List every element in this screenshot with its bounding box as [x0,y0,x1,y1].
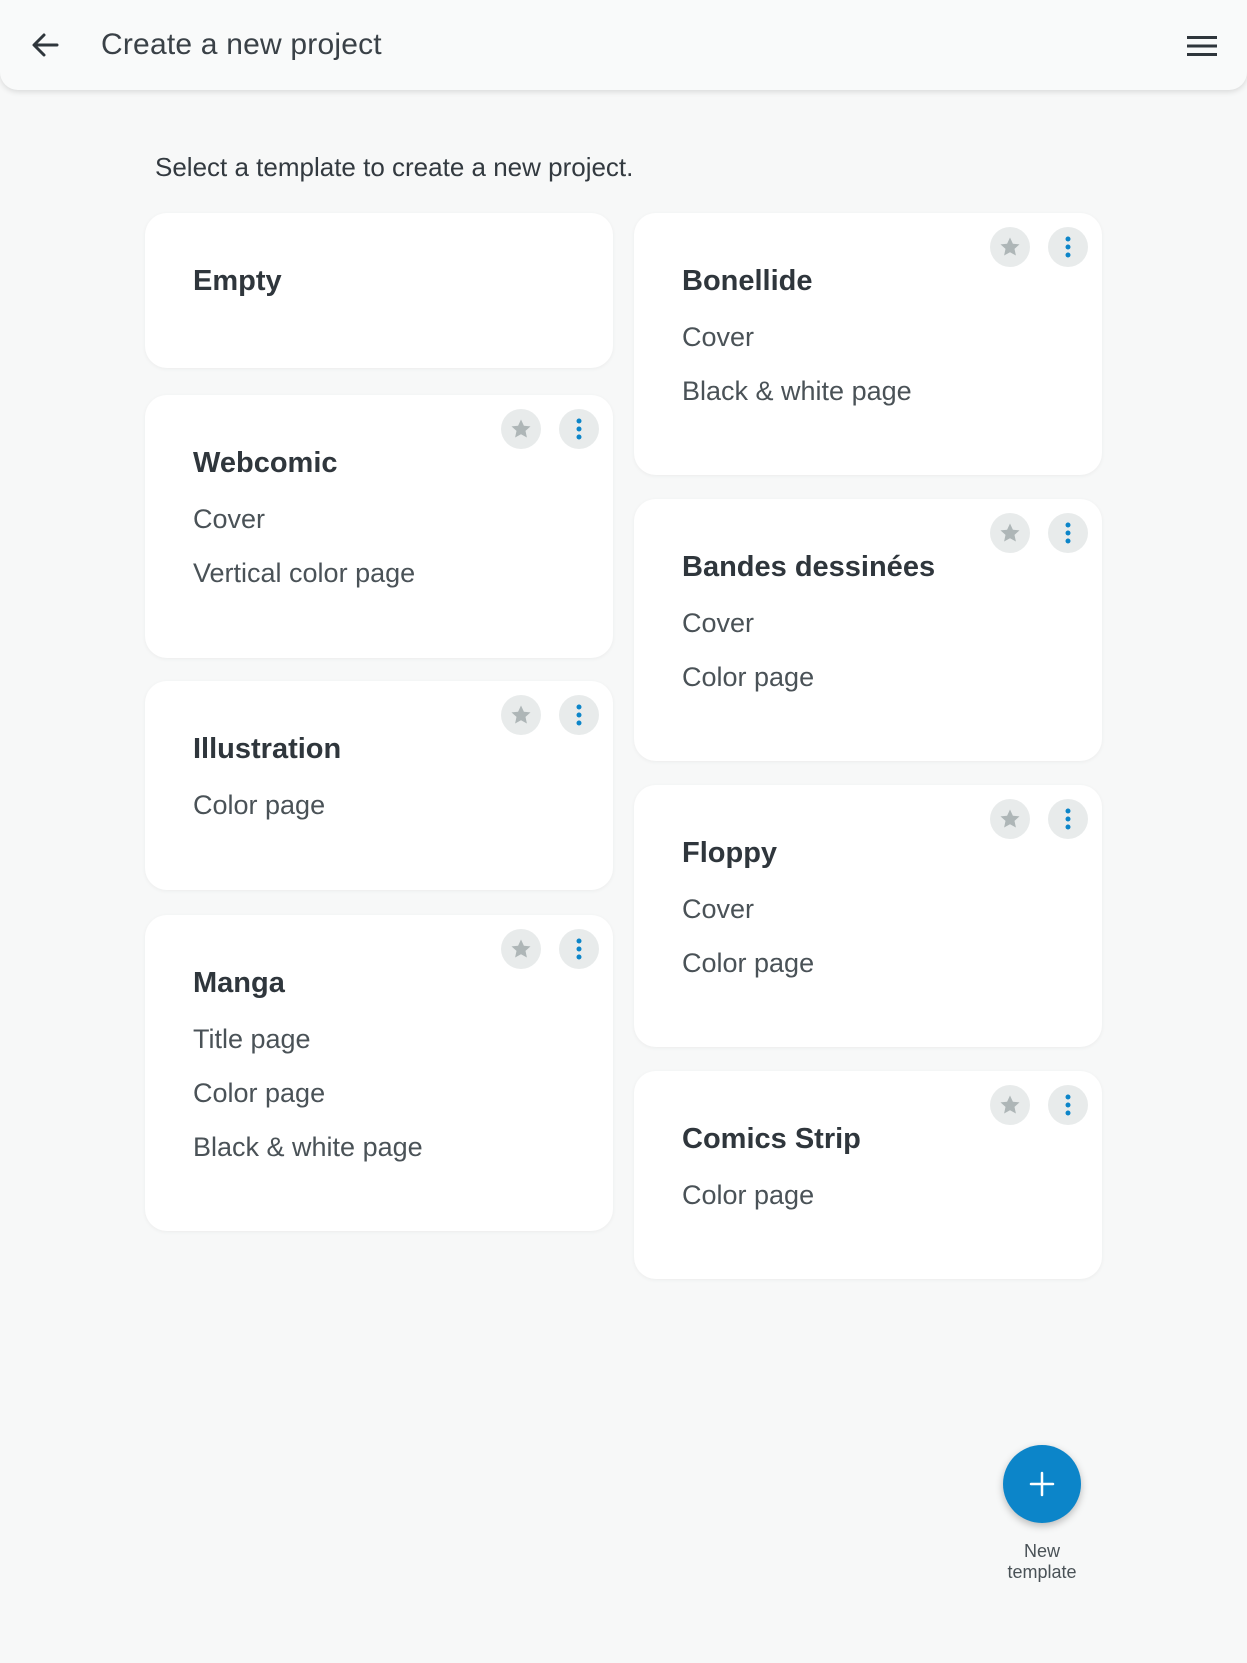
more-options-button[interactable] [559,695,599,735]
more-options-button[interactable] [559,409,599,449]
template-card-floppy[interactable]: Floppy Cover Color page [634,785,1102,1047]
template-card-webcomic[interactable]: Webcomic Cover Vertical color page [145,395,613,658]
template-page: Color page [193,790,326,820]
template-name: Webcomic [193,447,338,479]
back-button[interactable] [22,22,68,68]
hamburger-menu-icon [1187,36,1217,56]
instruction-text: Select a template to create a new projec… [155,152,634,182]
star-icon [1000,809,1020,828]
favorite-button[interactable] [501,929,541,969]
template-name: Manga [193,967,285,999]
template-page: Color page [682,948,815,978]
favorite-button[interactable] [990,513,1030,553]
app-bar: Create a new project [0,0,1247,90]
template-page: Cover [682,894,755,924]
template-name: Comics Strip [682,1123,861,1155]
template-name: Floppy [682,837,778,869]
star-icon [511,705,531,724]
new-template-label: New template [982,1541,1102,1583]
more-options-button[interactable] [1048,513,1088,553]
template-page: Color page [193,1078,326,1108]
page-title: Create a new project [101,28,382,61]
more-options-button[interactable] [1048,1085,1088,1125]
more-vertical-icon [576,704,582,726]
more-options-button[interactable] [559,929,599,969]
more-vertical-icon [576,938,582,960]
template-name: Empty [193,265,282,297]
more-options-button[interactable] [1048,227,1088,267]
fab-label-line1: New [1023,1541,1060,1561]
star-icon [1000,523,1020,542]
star-icon [1000,1095,1020,1114]
more-vertical-icon [1065,522,1071,544]
template-page: Black & white page [193,1132,423,1162]
template-page: Color page [682,1180,815,1210]
plus-icon [1029,1471,1055,1497]
more-vertical-icon [1065,1094,1071,1116]
more-vertical-icon [1065,808,1071,830]
template-page: Black & white page [682,376,912,406]
star-icon [511,939,531,958]
template-card-comics-strip[interactable]: Comics Strip Color page [634,1071,1102,1279]
favorite-button[interactable] [990,1085,1030,1125]
template-page: Color page [682,662,815,692]
favorite-button[interactable] [501,409,541,449]
template-card-manga[interactable]: Manga Title page Color page Black & whit… [145,915,613,1231]
menu-button[interactable] [1180,24,1224,68]
template-card-bandes-dessinees[interactable]: Bandes dessinées Cover Color page [634,499,1102,761]
fab-label-line2: template [1007,1562,1077,1582]
template-page: Title page [193,1024,311,1054]
template-name: Bandes dessinées [682,551,936,583]
template-page: Vertical color page [193,558,416,588]
template-page: Cover [682,608,755,638]
template-card-bonellide[interactable]: Bonellide Cover Black & white page [634,213,1102,475]
template-card-illustration[interactable]: Illustration Color page [145,681,613,890]
favorite-button[interactable] [501,695,541,735]
template-page: Cover [682,322,755,352]
favorite-button[interactable] [990,799,1030,839]
arrow-left-icon [32,33,59,57]
template-page: Cover [193,504,266,534]
template-name: Illustration [193,733,342,765]
new-template-button[interactable] [1003,1445,1081,1523]
template-card-empty[interactable]: Empty [145,213,613,368]
more-vertical-icon [576,418,582,440]
star-icon [1000,237,1020,256]
template-name: Bonellide [682,265,813,297]
favorite-button[interactable] [990,227,1030,267]
more-vertical-icon [1065,236,1071,258]
star-icon [511,419,531,438]
more-options-button[interactable] [1048,799,1088,839]
